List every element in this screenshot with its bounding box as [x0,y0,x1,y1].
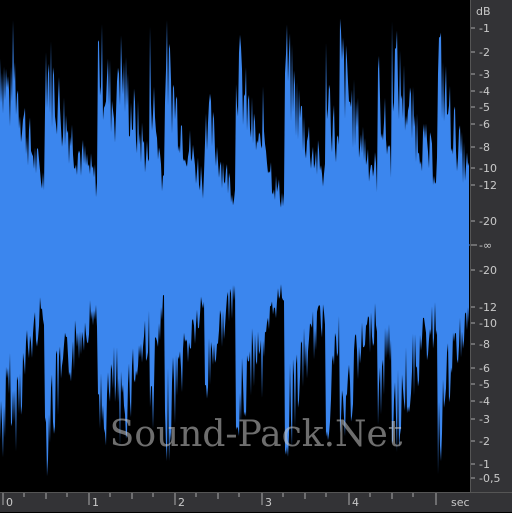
db-label: -6 [479,362,490,375]
db-label: -10 [479,162,497,175]
db-center-label: -∞ [479,239,492,252]
time-label: 4 [352,496,359,509]
db-label: -2 [479,46,490,59]
db-lower-labels: -20 -12 -10 -8 -6 -5 -4 -3 -2 -1 -0,5 [479,264,500,485]
db-label: -3 [479,413,490,426]
time-labels: 0 1 2 3 4 [6,496,359,509]
waveform-graph[interactable] [0,0,470,492]
time-label: 3 [265,496,272,509]
db-label: -5 [479,101,490,114]
time-label: 1 [92,496,99,509]
db-label: -20 [479,215,497,228]
db-label: -3 [479,68,490,81]
time-ruler[interactable]: 0 1 2 3 4 sec [0,492,512,512]
db-label: -1 [479,458,490,471]
db-label: -10 [479,317,497,330]
db-label: -4 [479,395,490,408]
db-tick-marks [471,27,477,479]
db-label: -8 [479,141,490,154]
amplitude-scale: dB -1 -2 -3 -4 -5 -6 -8 -10 -12 -20 -∞ -… [471,5,500,485]
time-tick-marks [2,493,437,505]
db-label: -2 [479,435,490,448]
time-unit-label: sec [451,496,470,509]
time-label: 0 [6,496,13,509]
waveform-path [0,18,469,477]
db-label: -1 [479,22,490,35]
db-upper-labels: -1 -2 -3 -4 -5 -6 -8 -10 -12 -20 [479,22,497,228]
db-label: -6 [479,118,490,131]
db-label: -0,5 [479,472,500,485]
db-label: -5 [479,378,490,391]
time-scale: 0 1 2 3 4 sec [2,493,470,509]
amplitude-ruler[interactable]: dB -1 -2 -3 -4 -5 -6 -8 -10 -12 -20 -∞ -… [470,0,512,492]
db-unit-label: dB [476,5,491,18]
db-label: -20 [479,264,497,277]
db-label: -4 [479,85,490,98]
waveform-editor: dB -1 -2 -3 -4 -5 -6 -8 -10 -12 -20 -∞ -… [0,0,512,512]
db-label: -12 [479,179,497,192]
db-label: -12 [479,301,497,314]
db-label: -8 [479,338,490,351]
time-label: 2 [178,496,185,509]
waveform-display[interactable] [0,0,470,492]
